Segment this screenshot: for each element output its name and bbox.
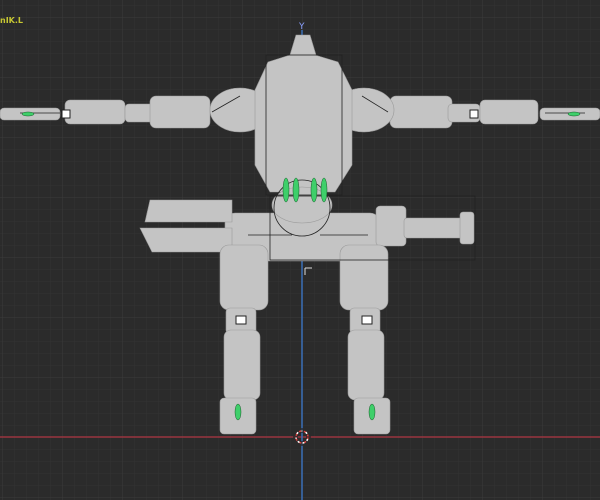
active-bone-label: nIK.L	[0, 16, 24, 25]
3d-viewport[interactable]: Y nIK.L	[0, 0, 600, 500]
axis-y-label: Y	[299, 22, 305, 32]
viewport-canvas[interactable]	[0, 0, 600, 500]
